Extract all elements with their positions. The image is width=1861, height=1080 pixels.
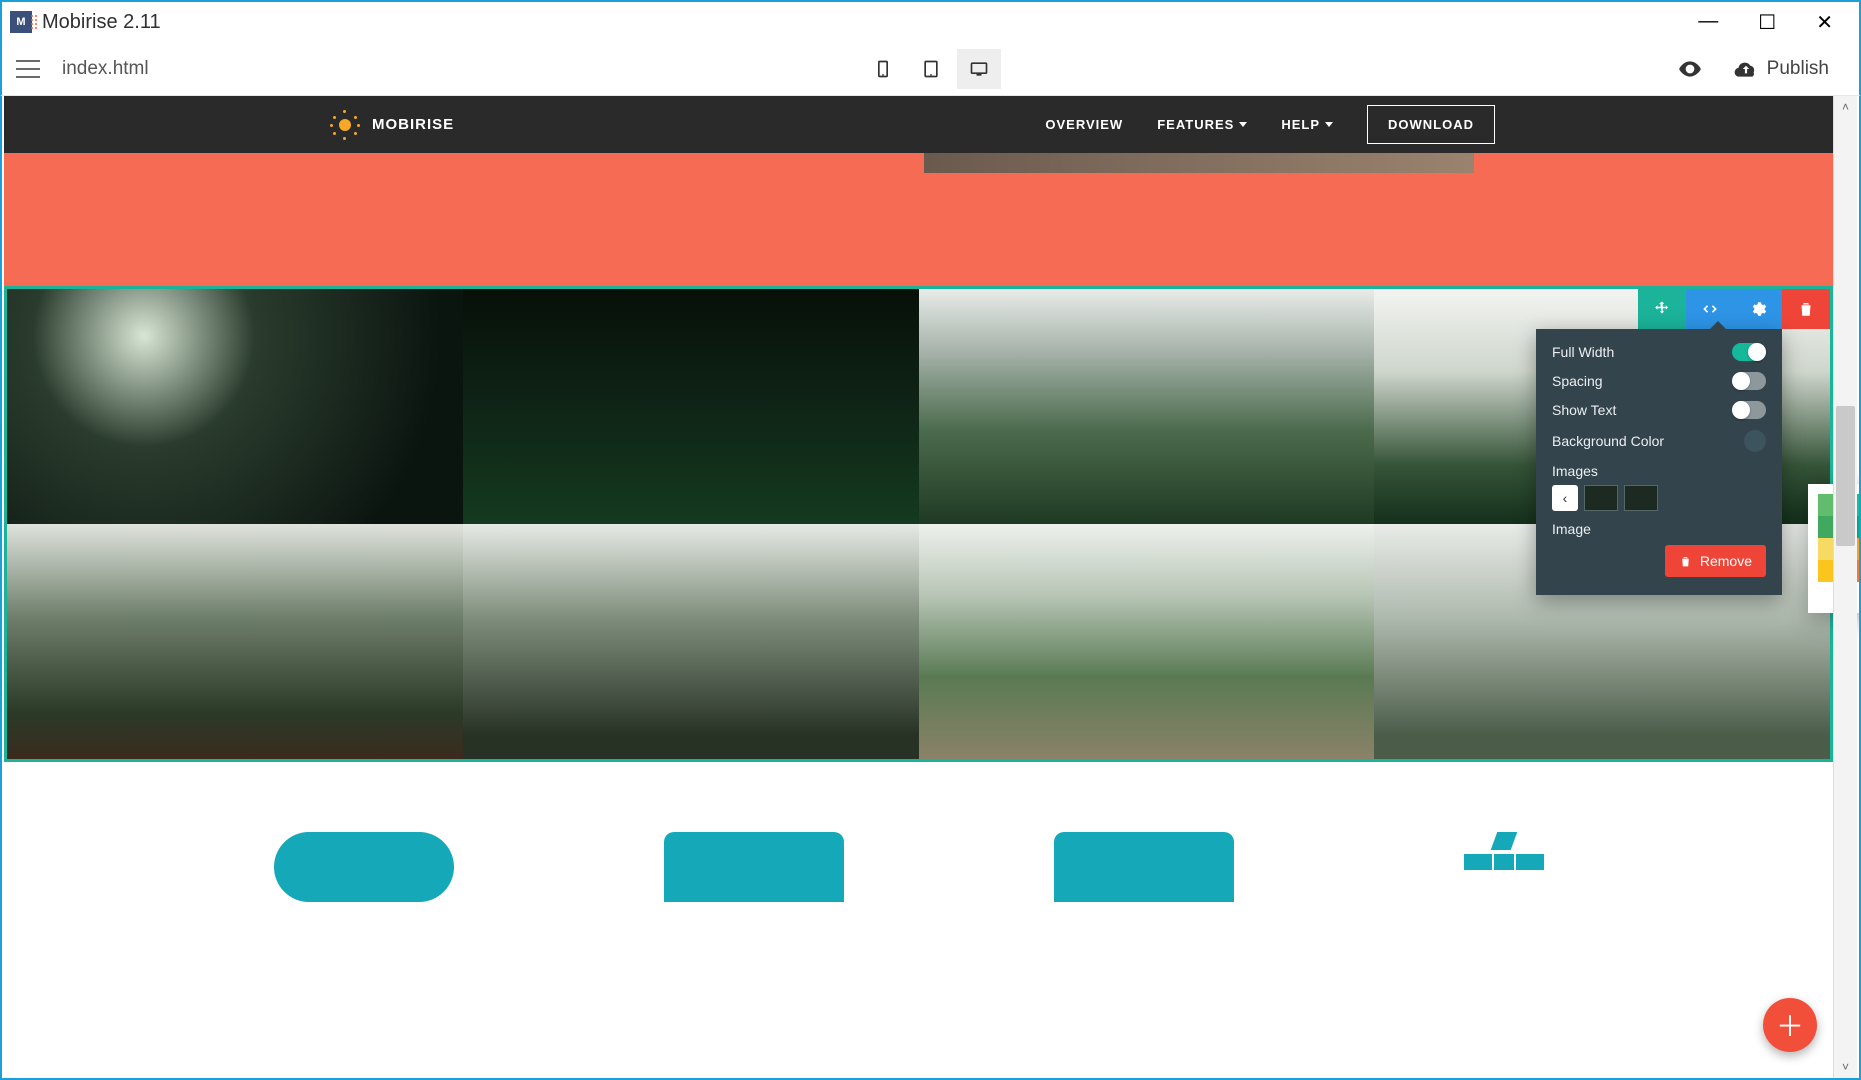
window-titlebar: M Mobirise 2.11 — ☐ ✕	[0, 0, 1861, 42]
features-block[interactable]	[4, 762, 1833, 872]
setting-spacing-toggle[interactable]	[1732, 372, 1766, 390]
site-header-block[interactable]: MOBIRISE OVERVIEW FEATURES HELP DOWNLOAD	[4, 96, 1833, 153]
page-content: MOBIRISE OVERVIEW FEATURES HELP DOWNLOAD	[4, 96, 1833, 872]
app-title: Mobirise 2.11	[42, 11, 161, 34]
device-desktop-button[interactable]	[957, 49, 1001, 89]
scroll-up-button[interactable]: ˄	[1834, 96, 1857, 118]
nav-help[interactable]: HELP	[1281, 117, 1333, 132]
vertical-scrollbar[interactable]: ˄ ˅	[1833, 96, 1857, 1078]
block-delete-button[interactable]	[1782, 289, 1830, 329]
block-settings-button[interactable]	[1734, 289, 1782, 329]
chevron-down-icon	[1239, 122, 1247, 127]
block-move-button[interactable]	[1638, 289, 1686, 329]
menu-button[interactable]	[16, 60, 40, 78]
site-brand[interactable]: MOBIRISE	[332, 112, 454, 138]
cloud-upload-icon	[1733, 56, 1759, 82]
window-controls: — ☐ ✕	[1698, 10, 1851, 35]
setting-spacing-label: Spacing	[1552, 373, 1603, 389]
close-button[interactable]: ✕	[1816, 10, 1833, 35]
app-icon: M	[10, 11, 32, 33]
hero-image-strip	[924, 153, 1474, 173]
block-toolbar	[1638, 289, 1830, 329]
editor-canvas: MOBIRISE OVERVIEW FEATURES HELP DOWNLOAD	[0, 96, 1861, 1080]
setting-fullwidth-toggle[interactable]	[1732, 343, 1766, 361]
gallery-image[interactable]	[7, 524, 463, 759]
nav-features[interactable]: FEATURES	[1157, 117, 1247, 132]
block-settings-popover: Full Width Spacing Show Text Background …	[1536, 329, 1782, 595]
images-thumb-row: ‹	[1552, 485, 1766, 511]
gallery-image[interactable]	[463, 289, 919, 524]
nav-download-button[interactable]: DOWNLOAD	[1367, 105, 1495, 144]
hero-block[interactable]	[4, 153, 1833, 286]
setting-bgcolor-swatch[interactable]	[1744, 430, 1766, 452]
nav-overview[interactable]: OVERVIEW	[1045, 117, 1123, 132]
gallery-image[interactable]	[919, 524, 1375, 759]
image-thumb[interactable]	[1584, 485, 1618, 511]
setting-showtext-toggle[interactable]	[1732, 401, 1766, 419]
sun-icon	[332, 112, 358, 138]
scroll-down-button[interactable]: ˅	[1834, 1056, 1857, 1078]
preview-icon[interactable]	[1677, 56, 1703, 82]
trash-icon	[1679, 555, 1692, 568]
add-block-fab[interactable]: ＋	[1763, 998, 1817, 1052]
publish-button[interactable]: Publish	[1733, 56, 1829, 82]
image-thumb[interactable]	[1624, 485, 1658, 511]
setting-showtext-label: Show Text	[1552, 402, 1616, 418]
gallery-image[interactable]	[463, 524, 919, 759]
chevron-down-icon	[1325, 122, 1333, 127]
setting-fullwidth-label: Full Width	[1552, 344, 1614, 360]
minimize-button[interactable]: —	[1698, 10, 1718, 35]
setting-bgcolor-label: Background Color	[1552, 433, 1664, 449]
device-tablet-button[interactable]	[909, 49, 953, 89]
gallery-image[interactable]	[7, 289, 463, 524]
toolbar-right: Publish	[1677, 56, 1845, 82]
device-preview-group	[861, 49, 1001, 89]
publish-label: Publish	[1767, 58, 1829, 80]
setting-images-label: Images	[1552, 463, 1766, 479]
images-prev-button[interactable]: ‹	[1552, 485, 1578, 511]
scrollbar-thumb[interactable]	[1836, 406, 1855, 546]
image-remove-button[interactable]: Remove	[1665, 545, 1766, 577]
feature-globe-icon	[1444, 832, 1564, 892]
site-nav: OVERVIEW FEATURES HELP DOWNLOAD	[1045, 105, 1495, 144]
feature-icon	[1054, 832, 1234, 902]
brand-text: MOBIRISE	[372, 116, 454, 133]
current-file[interactable]: index.html	[62, 58, 149, 80]
gallery-image[interactable]	[919, 289, 1375, 524]
maximize-button[interactable]: ☐	[1758, 10, 1776, 35]
feature-icon	[664, 832, 844, 902]
feature-icon	[274, 832, 454, 902]
app-toolbar: index.html Publish	[0, 42, 1861, 96]
gallery-block[interactable]: Full Width Spacing Show Text Background …	[4, 286, 1833, 762]
setting-image-label: Image	[1552, 521, 1766, 537]
app-window: M Mobirise 2.11 — ☐ ✕ index.html	[0, 0, 1861, 1080]
device-mobile-button[interactable]	[861, 49, 905, 89]
